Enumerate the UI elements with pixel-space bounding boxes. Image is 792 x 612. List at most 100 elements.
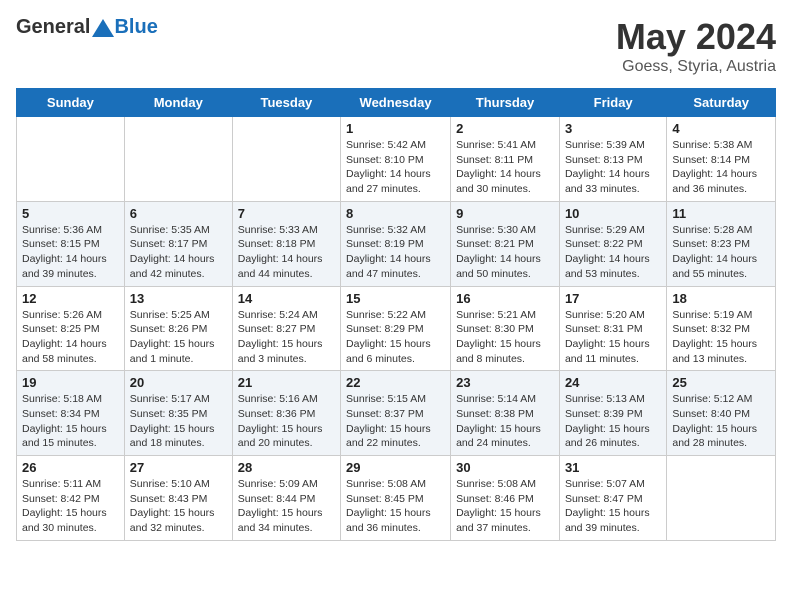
calendar-cell: 30 Sunrise: 5:08 AM Sunset: 8:46 PM Dayli… — [451, 456, 560, 541]
day-info: Sunrise: 5:08 AM Sunset: 8:45 PM Dayligh… — [346, 477, 445, 536]
day-number: 19 — [22, 375, 119, 390]
calendar-cell: 16 Sunrise: 5:21 AM Sunset: 8:30 PM Dayli… — [451, 286, 560, 371]
day-header-thursday: Thursday — [451, 89, 560, 117]
day-info: Sunrise: 5:25 AM Sunset: 8:26 PM Dayligh… — [130, 308, 227, 367]
day-header-monday: Monday — [124, 89, 232, 117]
day-number: 3 — [565, 121, 661, 136]
day-header-wednesday: Wednesday — [341, 89, 451, 117]
month-title: May 2024 — [616, 16, 776, 58]
day-header-tuesday: Tuesday — [232, 89, 340, 117]
calendar-cell: 12Sunrise: 5:26 AM Sunset: 8:25 PM Dayli… — [17, 286, 125, 371]
day-number: 1 — [346, 121, 445, 136]
calendar-cell — [17, 117, 125, 202]
day-number: 29 — [346, 460, 445, 475]
day-number: 28 — [238, 460, 335, 475]
day-number: 26 — [22, 460, 119, 475]
logo: General Blue — [16, 16, 158, 39]
calendar-cell: 17 Sunrise: 5:20 AM Sunset: 8:31 PM Dayli… — [559, 286, 666, 371]
day-number: 23 — [456, 375, 554, 390]
title-area: May 2024 Goess, Styria, Austria — [616, 16, 776, 76]
week-row-3: 19 Sunrise: 5:18 AM Sunset: 8:34 PM Dayli… — [17, 371, 776, 456]
location-title: Goess, Styria, Austria — [616, 58, 776, 76]
logo-icon — [92, 19, 114, 37]
day-number: 7 — [238, 206, 335, 221]
day-info: Sunrise: 5:29 AM Sunset: 8:22 PM Dayligh… — [565, 223, 661, 282]
logo-general-text: General — [16, 16, 90, 39]
calendar-cell: 23 Sunrise: 5:14 AM Sunset: 8:38 PM Dayli… — [451, 371, 560, 456]
calendar-cell: 14 Sunrise: 5:24 AM Sunset: 8:27 PM Dayli… — [232, 286, 340, 371]
day-info: Sunrise: 5:15 AM Sunset: 8:37 PM Dayligh… — [346, 392, 445, 451]
day-number: 11 — [672, 206, 770, 221]
day-header-sunday: Sunday — [17, 89, 125, 117]
calendar-cell — [667, 456, 776, 541]
day-info: Sunrise: 5:13 AM Sunset: 8:39 PM Dayligh… — [565, 392, 661, 451]
day-info: Sunrise: 5:19 AM Sunset: 8:32 PM Dayligh… — [672, 308, 770, 367]
day-info: Sunrise: 5:11 AM Sunset: 8:42 PM Dayligh… — [22, 477, 119, 536]
calendar-cell: 24 Sunrise: 5:13 AM Sunset: 8:39 PM Dayli… — [559, 371, 666, 456]
calendar-cell: 29 Sunrise: 5:08 AM Sunset: 8:45 PM Dayli… — [341, 456, 451, 541]
calendar-cell: 20Sunrise: 5:17 AM Sunset: 8:35 PM Dayli… — [124, 371, 232, 456]
calendar-cell: 3 Sunrise: 5:39 AM Sunset: 8:13 PM Daylig… — [559, 117, 666, 202]
calendar-cell: 1Sunrise: 5:42 AM Sunset: 8:10 PM Daylig… — [341, 117, 451, 202]
calendar-cell: 31Sunrise: 5:07 AM Sunset: 8:47 PM Dayli… — [559, 456, 666, 541]
day-info: Sunrise: 5:10 AM Sunset: 8:43 PM Dayligh… — [130, 477, 227, 536]
day-info: Sunrise: 5:24 AM Sunset: 8:27 PM Dayligh… — [238, 308, 335, 367]
day-info: Sunrise: 5:12 AM Sunset: 8:40 PM Dayligh… — [672, 392, 770, 451]
day-info: Sunrise: 5:32 AM Sunset: 8:19 PM Dayligh… — [346, 223, 445, 282]
day-number: 18 — [672, 291, 770, 306]
calendar-cell: 25Sunrise: 5:12 AM Sunset: 8:40 PM Dayli… — [667, 371, 776, 456]
day-info: Sunrise: 5:07 AM Sunset: 8:47 PM Dayligh… — [565, 477, 661, 536]
day-info: Sunrise: 5:36 AM Sunset: 8:15 PM Dayligh… — [22, 223, 119, 282]
day-number: 10 — [565, 206, 661, 221]
day-number: 6 — [130, 206, 227, 221]
day-number: 17 — [565, 291, 661, 306]
calendar-cell: 4 Sunrise: 5:38 AM Sunset: 8:14 PM Daylig… — [667, 117, 776, 202]
calendar-cell: 26 Sunrise: 5:11 AM Sunset: 8:42 PM Dayli… — [17, 456, 125, 541]
calendar-cell: 27Sunrise: 5:10 AM Sunset: 8:43 PM Dayli… — [124, 456, 232, 541]
day-info: Sunrise: 5:20 AM Sunset: 8:31 PM Dayligh… — [565, 308, 661, 367]
day-header-saturday: Saturday — [667, 89, 776, 117]
day-number: 4 — [672, 121, 770, 136]
day-number: 16 — [456, 291, 554, 306]
calendar-cell: 6 Sunrise: 5:35 AM Sunset: 8:17 PM Daylig… — [124, 201, 232, 286]
calendar-cell: 15Sunrise: 5:22 AM Sunset: 8:29 PM Dayli… — [341, 286, 451, 371]
calendar-table: SundayMondayTuesdayWednesdayThursdayFrid… — [16, 88, 776, 541]
calendar-cell: 5 Sunrise: 5:36 AM Sunset: 8:15 PM Daylig… — [17, 201, 125, 286]
header: General Blue May 2024 Goess, Styria, Aus… — [16, 16, 776, 76]
week-row-2: 12Sunrise: 5:26 AM Sunset: 8:25 PM Dayli… — [17, 286, 776, 371]
day-number: 13 — [130, 291, 227, 306]
calendar-cell: 22Sunrise: 5:15 AM Sunset: 8:37 PM Dayli… — [341, 371, 451, 456]
day-number: 30 — [456, 460, 554, 475]
day-info: Sunrise: 5:28 AM Sunset: 8:23 PM Dayligh… — [672, 223, 770, 282]
day-info: Sunrise: 5:33 AM Sunset: 8:18 PM Dayligh… — [238, 223, 335, 282]
day-info: Sunrise: 5:18 AM Sunset: 8:34 PM Dayligh… — [22, 392, 119, 451]
day-info: Sunrise: 5:21 AM Sunset: 8:30 PM Dayligh… — [456, 308, 554, 367]
day-info: Sunrise: 5:39 AM Sunset: 8:13 PM Dayligh… — [565, 138, 661, 197]
day-info: Sunrise: 5:17 AM Sunset: 8:35 PM Dayligh… — [130, 392, 227, 451]
calendar-cell: 13 Sunrise: 5:25 AM Sunset: 8:26 PM Dayli… — [124, 286, 232, 371]
calendar-cell — [232, 117, 340, 202]
calendar-cell: 28 Sunrise: 5:09 AM Sunset: 8:44 PM Dayli… — [232, 456, 340, 541]
calendar-cell: 9Sunrise: 5:30 AM Sunset: 8:21 PM Daylig… — [451, 201, 560, 286]
day-number: 2 — [456, 121, 554, 136]
day-number: 21 — [238, 375, 335, 390]
calendar-cell — [124, 117, 232, 202]
calendar-cell: 8 Sunrise: 5:32 AM Sunset: 8:19 PM Daylig… — [341, 201, 451, 286]
day-number: 5 — [22, 206, 119, 221]
day-info: Sunrise: 5:14 AM Sunset: 8:38 PM Dayligh… — [456, 392, 554, 451]
calendar-cell: 11 Sunrise: 5:28 AM Sunset: 8:23 PM Dayli… — [667, 201, 776, 286]
day-number: 8 — [346, 206, 445, 221]
days-header-row: SundayMondayTuesdayWednesdayThursdayFrid… — [17, 89, 776, 117]
day-info: Sunrise: 5:30 AM Sunset: 8:21 PM Dayligh… — [456, 223, 554, 282]
day-info: Sunrise: 5:38 AM Sunset: 8:14 PM Dayligh… — [672, 138, 770, 197]
day-info: Sunrise: 5:35 AM Sunset: 8:17 PM Dayligh… — [130, 223, 227, 282]
week-row-4: 26 Sunrise: 5:11 AM Sunset: 8:42 PM Dayli… — [17, 456, 776, 541]
day-info: Sunrise: 5:08 AM Sunset: 8:46 PM Dayligh… — [456, 477, 554, 536]
calendar-cell: 10 Sunrise: 5:29 AM Sunset: 8:22 PM Dayli… — [559, 201, 666, 286]
day-info: Sunrise: 5:26 AM Sunset: 8:25 PM Dayligh… — [22, 308, 119, 367]
calendar-cell: 7 Sunrise: 5:33 AM Sunset: 8:18 PM Daylig… — [232, 201, 340, 286]
calendar-cell: 2Sunrise: 5:41 AM Sunset: 8:11 PM Daylig… — [451, 117, 560, 202]
day-number: 14 — [238, 291, 335, 306]
day-info: Sunrise: 5:09 AM Sunset: 8:44 PM Dayligh… — [238, 477, 335, 536]
day-number: 24 — [565, 375, 661, 390]
